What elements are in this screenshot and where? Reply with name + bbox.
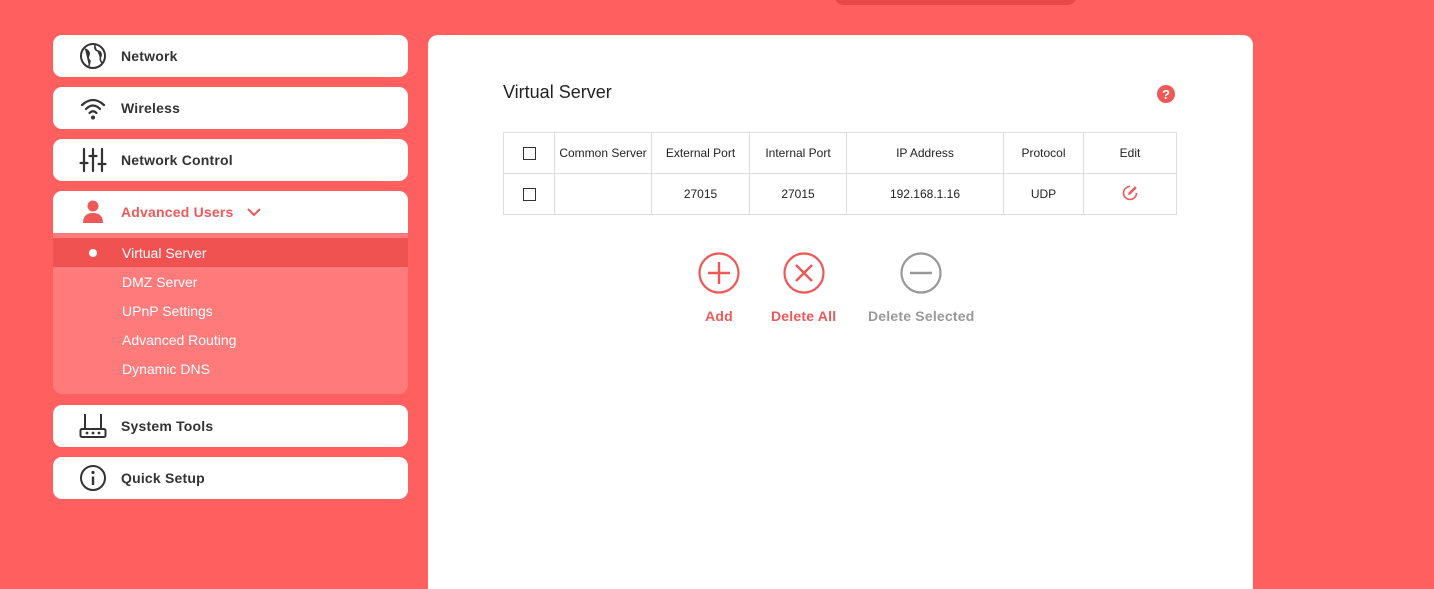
sidebar-item-label: Quick Setup	[121, 470, 205, 486]
edit-icon[interactable]	[1121, 184, 1139, 205]
sidebar-item-label: Network Control	[121, 152, 233, 168]
submenu-item-upnp-settings[interactable]: UPnP Settings	[53, 296, 408, 325]
chevron-down-icon	[246, 207, 262, 217]
user-icon	[79, 198, 107, 226]
cell-internal-port: 27015	[749, 173, 847, 215]
submenu-item-advanced-routing[interactable]: Advanced Routing	[53, 325, 408, 354]
top-tab-indicator	[834, 0, 1077, 5]
cell-ip-address: 192.168.1.16	[846, 173, 1004, 215]
add-button[interactable]: Add	[698, 252, 740, 324]
submenu-item-dynamic-dns[interactable]: Dynamic DNS	[53, 354, 408, 383]
globe-icon	[79, 42, 107, 70]
table-header-row: Common Server External Port Internal Por…	[503, 132, 1177, 174]
column-header: IP Address	[846, 132, 1004, 174]
delete-all-button[interactable]: Delete All	[771, 252, 836, 324]
submenu-item-label: UPnP Settings	[122, 302, 213, 319]
column-header: Edit	[1083, 132, 1177, 174]
wifi-icon	[79, 94, 107, 122]
row-select-cell	[503, 173, 555, 215]
select-all-cell	[503, 132, 555, 174]
submenu-item-dmz-server[interactable]: DMZ Server	[53, 267, 408, 296]
submenu-item-label: Dynamic DNS	[122, 360, 210, 377]
sidebar-item-label: Wireless	[121, 100, 181, 116]
sidebar-item-system-tools[interactable]: System Tools	[53, 405, 408, 447]
cell-common-server	[554, 173, 652, 215]
sidebar-item-quick-setup[interactable]: Quick Setup	[53, 457, 408, 499]
minus-circle-icon	[900, 252, 942, 299]
plus-circle-icon	[698, 252, 740, 299]
column-header: External Port	[651, 132, 750, 174]
cell-protocol: UDP	[1003, 173, 1084, 215]
delete-all-label: Delete All	[771, 308, 837, 324]
virtual-server-table: Common Server External Port Internal Por…	[503, 132, 1177, 215]
column-header: Internal Port	[749, 132, 847, 174]
submenu-item-virtual-server[interactable]: Virtual Server	[53, 238, 408, 267]
select-all-checkbox[interactable]	[522, 147, 536, 161]
delete-selected-button[interactable]: Delete Selected	[868, 252, 975, 324]
sidebar-item-network[interactable]: Network	[53, 35, 408, 77]
sidebar-item-label: System Tools	[121, 418, 214, 434]
submenu-item-label: DMZ Server	[122, 273, 198, 290]
sidebar-item-label: Advanced Users	[121, 204, 234, 220]
x-circle-icon	[783, 252, 825, 299]
sidebar-item-label: Network	[121, 48, 178, 64]
page-title: Virtual Server	[503, 82, 612, 102]
selected-dot-icon	[89, 248, 97, 257]
add-label: Add	[705, 308, 733, 324]
router-icon	[79, 412, 107, 440]
table-row: 27015 27015 192.168.1.16 UDP	[503, 173, 1177, 215]
column-header: Protocol	[1003, 132, 1084, 174]
sidebar-item-wireless[interactable]: Wireless	[53, 87, 408, 129]
column-header: Common Server	[554, 132, 652, 174]
advanced-users-submenu: Virtual Server DMZ Server UPnP Settings …	[53, 233, 408, 394]
main-panel: Virtual Server ? Common Server External …	[428, 35, 1253, 589]
delete-selected-label: Delete Selected	[868, 308, 975, 324]
submenu-item-label: Advanced Routing	[122, 331, 237, 348]
cell-external-port: 27015	[651, 173, 750, 215]
cell-edit	[1083, 173, 1177, 215]
help-icon[interactable]: ?	[1157, 85, 1175, 103]
submenu-item-label: Virtual Server	[122, 244, 207, 261]
sliders-icon	[79, 146, 107, 174]
sidebar-item-network-control[interactable]: Network Control	[53, 139, 408, 181]
sidebar-item-advanced-users[interactable]: Advanced Users	[53, 191, 408, 233]
info-icon	[79, 464, 107, 492]
row-checkbox[interactable]	[522, 188, 536, 202]
